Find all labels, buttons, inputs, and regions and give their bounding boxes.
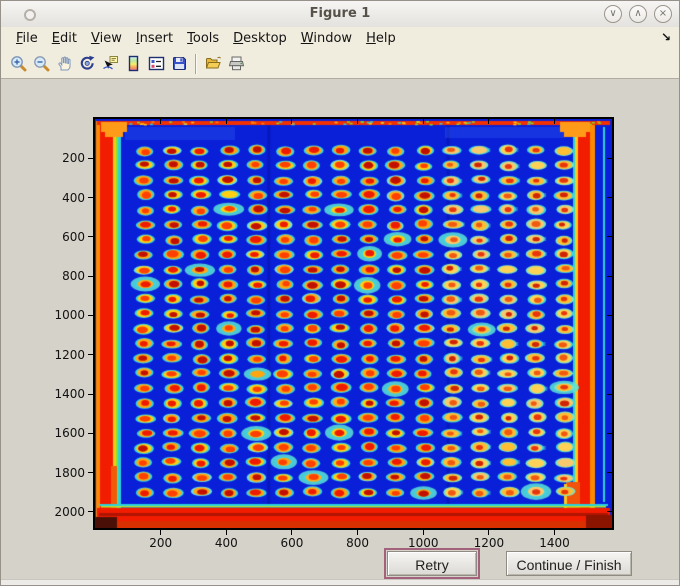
print-figure-button[interactable] xyxy=(225,51,248,76)
y-tick-right xyxy=(607,236,612,238)
y-tick-right xyxy=(607,275,612,277)
y-tick-right xyxy=(607,314,612,316)
menu-item-window[interactable]: Window xyxy=(294,29,359,48)
x-tick xyxy=(554,530,556,535)
axes: 200 400 600 800 1000 1200 1400 200 400 600 800 1000… xyxy=(54,117,614,550)
x-tick xyxy=(422,530,424,535)
x-tick-label: 400 xyxy=(214,536,238,550)
menu-item-desktop[interactable]: Desktop xyxy=(226,29,294,48)
y-tick-right xyxy=(607,354,612,356)
y-tick xyxy=(88,157,93,159)
x-tick-top xyxy=(225,119,227,124)
y-tick xyxy=(88,275,93,277)
y-tick xyxy=(88,511,93,513)
y-tick xyxy=(88,472,93,474)
data-cursor-button[interactable] xyxy=(99,51,122,76)
figure-window: Figure 1 ∨ ∧ × File Edit View Insert Too… xyxy=(0,0,680,586)
x-tick-top xyxy=(291,119,293,124)
y-tick-label: 1600 xyxy=(54,426,85,441)
x-tick-top xyxy=(554,119,556,124)
menu-item-tools[interactable]: Tools xyxy=(180,29,226,48)
y-tick xyxy=(88,393,93,395)
data-cursor-icon xyxy=(103,56,118,70)
chevron-down-icon: ∨ xyxy=(609,8,617,19)
x-tick xyxy=(160,530,162,535)
save-icon xyxy=(173,57,186,70)
continue-finish-button[interactable]: Continue / Finish xyxy=(506,551,632,576)
x-tick-top xyxy=(357,119,359,124)
minimize-button[interactable]: ∨ xyxy=(604,5,622,23)
plate-image[interactable] xyxy=(95,119,612,528)
x-tick-top xyxy=(422,119,424,124)
close-icon: × xyxy=(658,8,668,19)
x-tick-label: 1200 xyxy=(473,536,505,550)
y-tick xyxy=(88,197,93,199)
y-tick-label: 1800 xyxy=(54,465,85,480)
chevron-up-icon: ∧ xyxy=(634,8,642,19)
open-file-button[interactable] xyxy=(202,51,225,76)
y-tick-right xyxy=(607,472,612,474)
y-tick-label: 600 xyxy=(62,229,85,244)
y-tick-right xyxy=(607,511,612,513)
save-figure-button[interactable] xyxy=(168,51,191,76)
colorbar-icon xyxy=(128,55,139,72)
open-folder-icon xyxy=(205,56,221,69)
menu-item-view[interactable]: View xyxy=(84,29,129,48)
y-tick xyxy=(88,432,93,434)
y-tick-label: 400 xyxy=(62,190,85,205)
printer-icon xyxy=(228,56,245,71)
menu-item-edit[interactable]: Edit xyxy=(45,29,84,48)
toolbar-separator xyxy=(195,53,196,74)
insert-colorbar-button[interactable] xyxy=(122,51,145,76)
menubar: File Edit View Insert Tools Desktop Wind… xyxy=(1,27,679,49)
x-tick xyxy=(225,530,227,535)
figure-area: 200 400 600 800 1000 1200 1400 200 400 600 800 1000… xyxy=(1,80,679,585)
y-tick xyxy=(88,354,93,356)
y-tick-right xyxy=(607,393,612,395)
y-tick-right xyxy=(607,197,612,199)
menu-item-insert[interactable]: Insert xyxy=(129,29,180,48)
titlebar[interactable]: Figure 1 ∨ ∧ × xyxy=(1,1,679,28)
retry-button[interactable]: Retry xyxy=(384,548,480,579)
close-button[interactable]: × xyxy=(654,5,672,23)
rotate-3d-icon xyxy=(80,55,95,70)
y-tick-right xyxy=(607,157,612,159)
x-tick-label: 1400 xyxy=(539,536,570,550)
y-tick xyxy=(88,236,93,238)
insert-legend-button[interactable] xyxy=(145,51,168,76)
x-tick-top xyxy=(488,119,490,124)
x-tick-label: 200 xyxy=(149,536,173,550)
y-tick xyxy=(88,314,93,316)
pan-hand-icon xyxy=(58,56,71,71)
toolbar xyxy=(1,49,679,79)
maximize-button[interactable]: ∧ xyxy=(629,5,647,23)
y-tick-label: 2000 xyxy=(54,504,85,519)
legend-icon xyxy=(148,56,165,71)
x-tick-label: 800 xyxy=(346,536,370,550)
y-tick-label: 1200 xyxy=(54,347,85,362)
menu-item-file[interactable]: File xyxy=(9,29,45,48)
x-tick-top xyxy=(160,119,162,124)
menu-item-help[interactable]: Help xyxy=(359,29,403,48)
zoom-out-button[interactable] xyxy=(30,51,53,76)
zoom-in-icon xyxy=(11,56,27,72)
window-controls: ∨ ∧ × xyxy=(604,5,672,23)
dock-figure-arrow-icon[interactable]: ↘ xyxy=(661,30,671,44)
zoom-in-button[interactable] xyxy=(7,51,30,76)
window-title: Figure 1 xyxy=(309,6,371,21)
y-tick-right xyxy=(607,432,612,434)
y-tick-label: 1400 xyxy=(54,387,85,402)
pan-button[interactable] xyxy=(53,51,76,76)
x-tick-label: 600 xyxy=(280,536,304,550)
y-tick-label: 1000 xyxy=(54,308,85,323)
y-tick-label: 800 xyxy=(62,269,85,284)
x-tick xyxy=(291,530,293,535)
y-tick-label: 200 xyxy=(62,151,85,166)
x-tick-label: 1000 xyxy=(407,536,439,550)
x-tick xyxy=(357,530,359,535)
zoom-out-icon xyxy=(34,56,50,72)
x-tick xyxy=(488,530,490,535)
rotate-3d-button[interactable] xyxy=(76,51,99,76)
